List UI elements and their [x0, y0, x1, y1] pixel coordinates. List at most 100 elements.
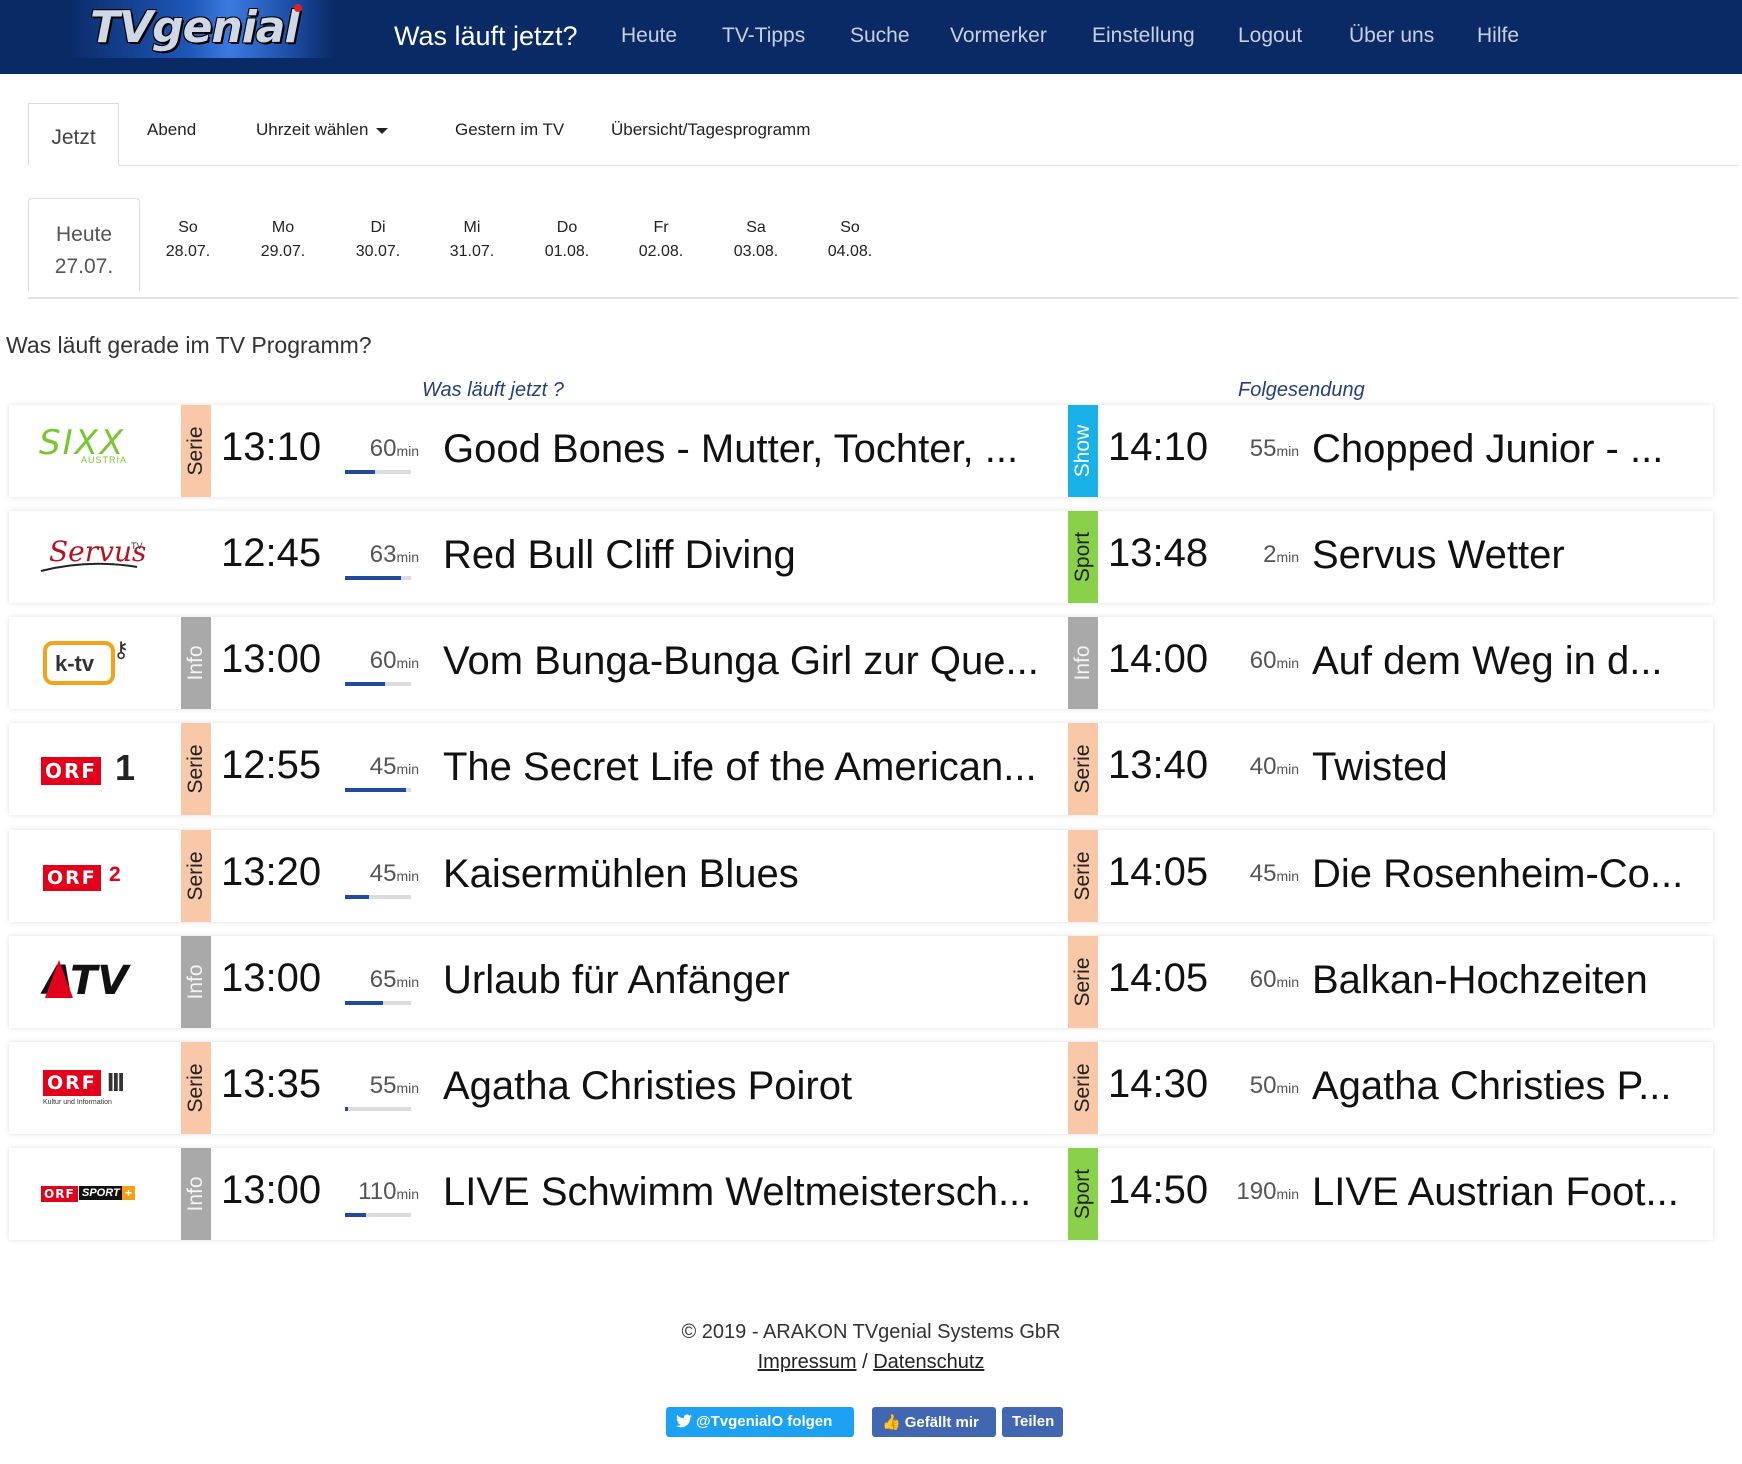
progress-bar: [345, 788, 411, 792]
program-title[interactable]: Urlaub für Anfänger: [443, 958, 1061, 1003]
twitter-bird-icon: [676, 1414, 692, 1428]
next-duration: 50min: [1249, 1072, 1299, 1099]
duration: 60min: [369, 435, 419, 462]
next-program-title[interactable]: Auf dem Weg in d...: [1312, 639, 1712, 684]
genre-label: Serie: [181, 830, 211, 922]
genre-label: Info: [1068, 617, 1098, 709]
nav-ueber-uns[interactable]: Über uns: [1349, 24, 1434, 48]
tab-uhrzeit-waehlen[interactable]: Uhrzeit wählen: [256, 120, 389, 140]
channel-logo-orf3[interactable]: ORF III Kultur und Information: [9, 1042, 169, 1134]
day-tab[interactable]: Sa 03.08.: [721, 216, 791, 264]
day-tab[interactable]: Fr 02.08.: [626, 216, 696, 264]
progress-fill: [345, 788, 406, 792]
program-row[interactable]: ORF 2 Serie 13:20 45min Kaisermühlen Blu…: [9, 830, 1713, 922]
start-time: 13:00: [221, 956, 322, 1000]
footer-copyright: © 2019 - ARAKON TVgenial Systems GbR: [681, 1321, 1061, 1343]
tab-jetzt[interactable]: Jetzt: [28, 103, 119, 166]
channel-logo-orf2[interactable]: ORF 2: [9, 830, 169, 922]
program-title[interactable]: LIVE Schwimm Weltmeistersch...: [443, 1170, 1061, 1215]
channel-logo-orf-sport-plus[interactable]: ORF SPORT +: [9, 1148, 169, 1240]
footer-separator: /: [862, 1351, 868, 1373]
twitter-follow-button[interactable]: @TvgenialO folgen: [666, 1407, 854, 1437]
caret-down-icon: [376, 127, 389, 134]
progress-bar: [345, 1001, 411, 1005]
program-title[interactable]: Agatha Christies Poirot: [443, 1064, 1061, 1109]
progress-fill: [345, 682, 385, 686]
nav-was-laeuft-jetzt[interactable]: Was läuft jetzt?: [394, 21, 578, 52]
program-row[interactable]: ORF III Kultur und Information Serie 13:…: [9, 1042, 1713, 1134]
next-program-title[interactable]: Balkan-Hochzeiten: [1312, 958, 1712, 1003]
channel-logo-ktv[interactable]: k-tv ⚷: [9, 617, 169, 709]
day-tab[interactable]: Di 30.07.: [343, 216, 413, 264]
next-duration: 60min: [1249, 647, 1299, 674]
nav-suche[interactable]: Suche: [850, 24, 910, 48]
next-program-title[interactable]: Agatha Christies P...: [1312, 1064, 1712, 1109]
progress-bar: [345, 682, 411, 686]
program-title[interactable]: Red Bull Cliff Diving: [443, 533, 1061, 578]
duration: 55min: [369, 1072, 419, 1099]
program-title[interactable]: The Secret Life of the American...: [443, 745, 1061, 790]
top-navbar: TVgenial Was läuft jetzt? Heute TV-Tipps…: [0, 0, 1742, 74]
day-date: 01.08.: [544, 243, 590, 260]
next-program-title[interactable]: Chopped Junior - ...: [1312, 427, 1712, 472]
day-name: Sa: [746, 219, 766, 236]
start-time: 13:35: [221, 1062, 322, 1106]
thumbs-up-icon: 👍: [882, 1414, 901, 1431]
genre-label: Serie: [181, 723, 211, 815]
progress-fill: [345, 895, 369, 899]
next-program-title[interactable]: LIVE Austrian Foot...: [1312, 1170, 1712, 1215]
nav-einstellung[interactable]: Einstellung: [1092, 24, 1195, 48]
logo-wordmark: ORF: [41, 757, 102, 785]
program-title[interactable]: Kaisermühlen Blues: [443, 852, 1061, 897]
nav-logout[interactable]: Logout: [1238, 24, 1302, 48]
day-tab-heute[interactable]: Heute 27.07.: [28, 198, 140, 291]
channel-logo-sixx[interactable]: SIXX AUSTRIA: [9, 405, 169, 497]
channel-logo-servustv[interactable]: Servus TV: [9, 511, 169, 603]
facebook-like-label: Gefällt mir: [904, 1414, 979, 1431]
next-program-title[interactable]: Twisted: [1312, 745, 1712, 790]
duration: 65min: [369, 966, 419, 993]
nav-hilfe[interactable]: Hilfe: [1477, 24, 1519, 48]
program-title[interactable]: Good Bones - Mutter, Tochter, ...: [443, 427, 1061, 472]
nav-tv-tipps[interactable]: TV-Tipps: [722, 24, 805, 48]
program-row[interactable]: SIXX AUSTRIA Serie 13:10 60min Good Bone…: [9, 405, 1713, 497]
day-name: Mo: [271, 219, 295, 236]
nav-vormerker[interactable]: Vormerker: [950, 24, 1047, 48]
logo-bars: III: [107, 1067, 125, 1097]
channel-logo-atv[interactable]: ATV: [9, 936, 169, 1028]
logo-red-dot: [294, 4, 302, 12]
program-row[interactable]: ATV Info 13:00 65min Urlaub für Anfänger…: [9, 936, 1713, 1028]
impressum-link[interactable]: Impressum: [758, 1351, 857, 1373]
program-title[interactable]: Vom Bunga-Bunga Girl zur Que...: [443, 639, 1061, 684]
tvgenial-logo[interactable]: TVgenial: [72, 0, 334, 58]
tab-abend[interactable]: Abend: [147, 120, 196, 140]
day-name: Heute: [55, 223, 113, 246]
tab-uhrzeit-label: Uhrzeit wählen: [256, 120, 369, 139]
logo-subtext: 2: [109, 863, 121, 886]
key-icon: ⚷: [113, 637, 130, 662]
facebook-like-button[interactable]: 👍 Gefällt mir: [872, 1407, 996, 1437]
channel-logo-orf1[interactable]: ORF 1: [9, 723, 169, 815]
program-row[interactable]: ORF SPORT + Info 13:00 110min LIVE Schwi…: [9, 1148, 1713, 1240]
day-name: Mi: [463, 219, 481, 236]
genre-label: Info: [181, 936, 211, 1028]
day-tab[interactable]: Do 01.08.: [532, 216, 602, 264]
next-program-title[interactable]: Servus Wetter: [1312, 533, 1712, 578]
next-program-title[interactable]: Die Rosenheim-Co...: [1312, 852, 1712, 897]
progress-bar: [345, 576, 411, 580]
day-tab[interactable]: Mo 29.07.: [248, 216, 318, 264]
facebook-share-button[interactable]: Teilen: [1002, 1407, 1063, 1437]
tab-uebersicht-tagesprogramm[interactable]: Übersicht/Tagesprogramm: [611, 120, 810, 140]
genre-label: Sport: [1068, 511, 1098, 603]
datenschutz-link[interactable]: Datenschutz: [873, 1351, 984, 1373]
day-name: So: [178, 219, 198, 236]
program-row[interactable]: Servus TV 12:45 63min Red Bull Cliff Div…: [9, 511, 1713, 603]
duration: 45min: [369, 860, 419, 887]
day-tab[interactable]: Mi 31.07.: [437, 216, 507, 264]
nav-heute[interactable]: Heute: [621, 24, 677, 48]
day-tab[interactable]: So 04.08.: [815, 216, 885, 264]
day-tab[interactable]: So 28.07.: [153, 216, 223, 264]
program-row[interactable]: k-tv ⚷ Info 13:00 60min Vom Bunga-Bunga …: [9, 617, 1713, 709]
program-row[interactable]: ORF 1 Serie 12:55 45min The Secret Life …: [9, 723, 1713, 815]
tab-gestern-im-tv[interactable]: Gestern im TV: [455, 120, 564, 140]
